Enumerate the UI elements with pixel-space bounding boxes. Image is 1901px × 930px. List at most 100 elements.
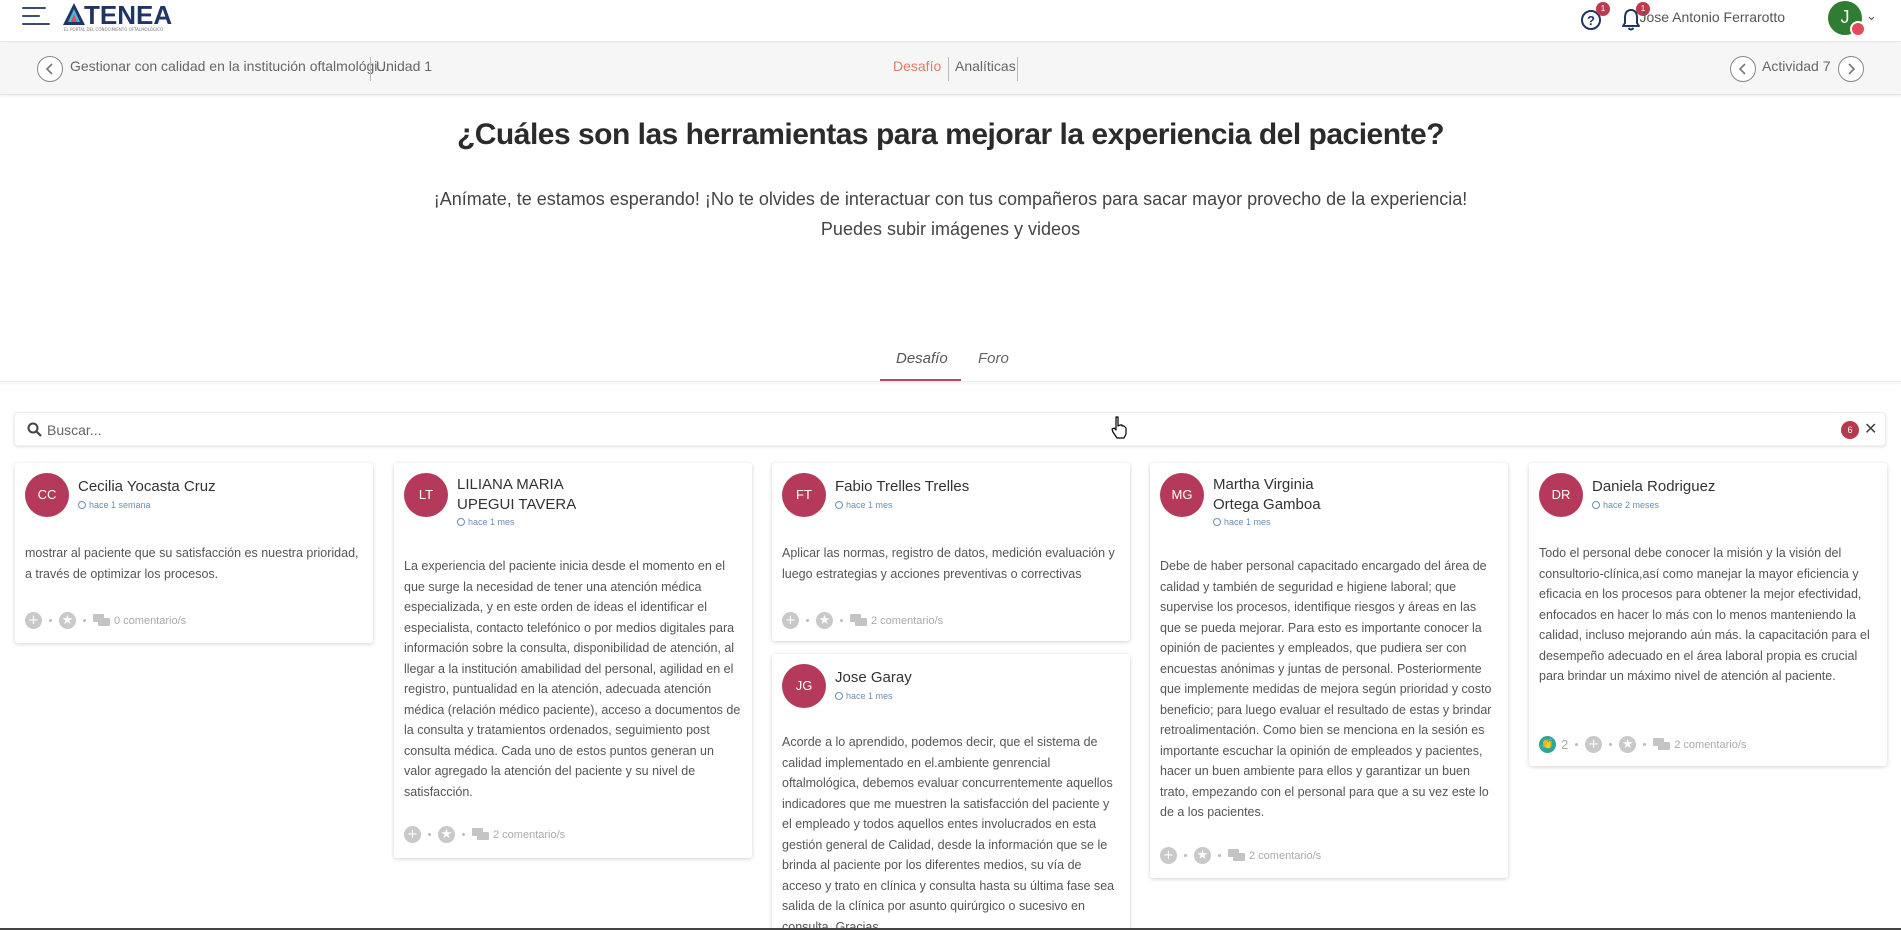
logo-mark-icon (63, 3, 85, 25)
divider (948, 57, 949, 81)
page-subtitle: ¡Anímate, te estamos esperando! ¡No te o… (0, 184, 1901, 244)
post-actions: 👏 2 + ★ 2 comentario/s (1539, 734, 1746, 754)
search-input[interactable] (47, 419, 1827, 441)
add-reaction-icon[interactable]: + (404, 826, 421, 843)
clock-icon (457, 518, 465, 526)
comments-count[interactable]: 2 comentario/s (493, 829, 565, 841)
clock-icon (835, 692, 843, 700)
page-title: ¿Cuáles son las herramientas para mejora… (456, 118, 1445, 151)
comments-count[interactable]: 0 comentario/s (114, 615, 186, 627)
avatar: FT (782, 473, 826, 517)
clock-icon (1592, 501, 1600, 509)
post-time: hace 1 semana (78, 500, 151, 510)
breadcrumb-unit[interactable]: Unidad 1 (376, 58, 432, 74)
content-tabs: Desafío Foro (0, 340, 1901, 382)
avatar: JG (782, 664, 826, 708)
post-author: Cecilia Yocasta Cruz (78, 478, 216, 495)
star-icon[interactable]: ★ (59, 612, 76, 629)
post-author: LILIANA MARIA UPEGUI TAVERA (457, 476, 577, 513)
help-badge: 1 (1596, 2, 1610, 16)
user-avatar[interactable]: J (1828, 1, 1866, 37)
add-reaction-icon[interactable]: + (1160, 847, 1177, 864)
comments-icon[interactable] (850, 613, 868, 628)
post-time-text: hace 1 mes (468, 517, 515, 527)
chevron-right-icon (1848, 63, 1856, 75)
comments-icon[interactable] (472, 827, 490, 842)
star-icon[interactable]: ★ (816, 612, 833, 629)
post-card: JG Jose Garay hace 1 mes Acorde a lo apr… (772, 654, 1130, 930)
chevron-down-icon[interactable]: ⌄ (1866, 9, 1877, 24)
next-activity-button[interactable] (1838, 56, 1864, 82)
avatar: LT (404, 473, 448, 517)
breadcrumb-course[interactable]: Gestionar con calidad en la institución … (70, 58, 389, 74)
star-icon[interactable]: ★ (438, 826, 455, 843)
comments-count[interactable]: 2 comentario/s (1249, 850, 1321, 862)
post-actions: + ★ 0 comentario/s (25, 610, 186, 630)
star-icon[interactable]: ★ (1619, 736, 1637, 753)
post-body: Acorde a lo aprendido, podemos decir, qu… (782, 735, 1115, 930)
post-body: mostrar al paciente que su satisfacción … (25, 546, 359, 581)
post-body: Todo el personal debe conocer la misión … (1539, 546, 1870, 683)
post-card: DR Daniela Rodriguez hace 2 meses Todo e… (1529, 463, 1887, 766)
search-bar: 6 ✕ (14, 412, 1886, 446)
tab-foro[interactable]: Foro (978, 350, 1009, 367)
divider (370, 57, 371, 81)
tab-analiticas[interactable]: Analíticas (955, 58, 1016, 74)
subtitle-line: ¡Anímate, te estamos esperando! ¡No te o… (433, 189, 1468, 209)
avatar: MG (1160, 473, 1204, 517)
avatar-badge-icon (1850, 21, 1866, 37)
close-icon[interactable]: ✕ (1864, 419, 1877, 438)
tab-desafio[interactable]: Desafío (896, 350, 948, 367)
post-actions: + ★ 2 comentario/s (782, 610, 943, 630)
post-card: CC Cecilia Yocasta Cruz hace 1 semana mo… (15, 463, 373, 643)
comments-count[interactable]: 2 comentario/s (871, 615, 943, 627)
clock-icon (835, 501, 843, 509)
active-tab-indicator (880, 379, 961, 381)
post-card: FT Fabio Trelles Trelles hace 1 mes Apli… (772, 463, 1130, 641)
menu-icon[interactable] (22, 7, 50, 29)
tab-desafio-top[interactable]: Desafío (893, 58, 941, 74)
divider (1017, 57, 1018, 81)
add-reaction-icon[interactable]: + (1585, 736, 1603, 753)
post-time: hace 1 mes (835, 691, 893, 701)
clap-reaction-icon[interactable]: 👏 (1539, 736, 1556, 753)
back-button[interactable] (37, 56, 63, 82)
avatar: DR (1539, 473, 1583, 517)
hand-cursor-icon (1111, 416, 1127, 439)
user-name[interactable]: Jose Antonio Ferrarotto (1639, 9, 1785, 25)
post-body: Aplicar las normas, registro de datos, m… (782, 546, 1115, 581)
star-icon[interactable]: ★ (1194, 847, 1211, 864)
chevron-left-icon (1738, 63, 1746, 75)
previous-activity-button[interactable] (1730, 56, 1756, 82)
add-reaction-icon[interactable]: + (782, 612, 799, 629)
top-header: TENEA EL PORTAL DEL CONOCIMIENTO OFTALMO… (0, 0, 1901, 42)
activity-label: Actividad 7 (1762, 58, 1831, 74)
post-time: hace 2 meses (1592, 500, 1659, 510)
comments-count[interactable]: 2 comentario/s (1674, 739, 1746, 751)
post-time-text: hace 2 meses (1603, 500, 1660, 510)
add-reaction-icon[interactable]: + (25, 612, 42, 629)
results-count-badge: 6 (1841, 421, 1859, 439)
atenea-logo[interactable]: TENEA EL PORTAL DEL CONOCIMIENTO OFTALMO… (62, 0, 177, 36)
avatar: CC (25, 473, 69, 517)
activity-navigation-bar: Gestionar con calidad en la institución … (0, 43, 1901, 95)
post-card: MG Martha Virginia Ortega Gamboa hace 1 … (1150, 463, 1508, 878)
comments-icon[interactable] (1228, 848, 1246, 863)
post-time-text: hace 1 semana (89, 500, 151, 510)
post-time: hace 1 mes (1213, 517, 1271, 527)
post-actions: + ★ 2 comentario/s (404, 824, 565, 844)
logo-tagline: EL PORTAL DEL CONOCIMIENTO OFTALMOLÓGICO (64, 27, 164, 32)
comments-icon[interactable] (1653, 737, 1671, 752)
post-body: La experiencia del paciente inicia desde… (404, 559, 741, 799)
subtitle-line: Puedes subir imágenes y videos (820, 219, 1081, 239)
comments-icon[interactable] (93, 613, 111, 628)
clock-icon (1213, 518, 1221, 526)
clock-icon (78, 501, 86, 509)
post-time: hace 1 mes (457, 517, 515, 527)
user-initial: J (1840, 7, 1850, 27)
post-time: hace 1 mes (835, 500, 893, 510)
help-button[interactable]: ? 1 (1578, 2, 1610, 32)
chevron-left-icon (45, 63, 53, 75)
svg-text:?: ? (1587, 13, 1595, 28)
reactions-count: 2 (1561, 737, 1569, 752)
